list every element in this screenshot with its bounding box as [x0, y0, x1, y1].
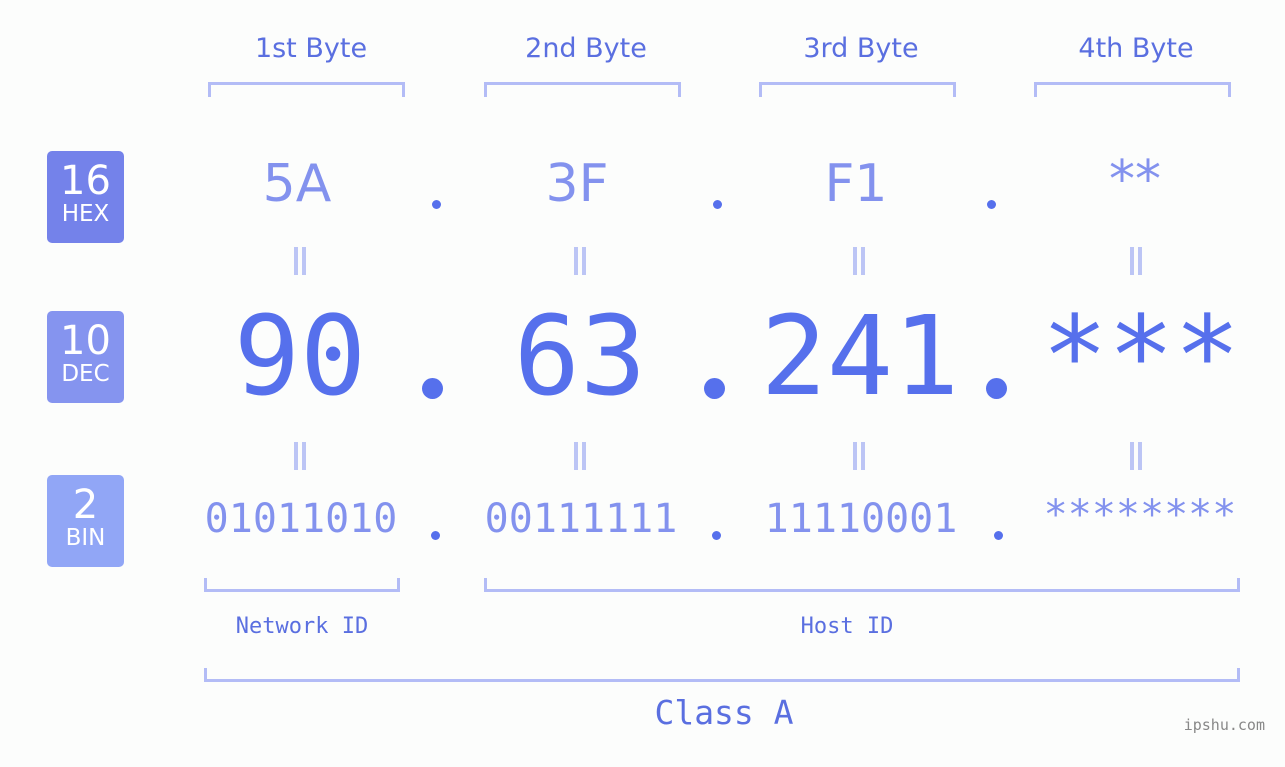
- equals-icon: [851, 247, 867, 275]
- dec-separator-dot: [986, 378, 1007, 399]
- bin-badge-number: 2: [72, 482, 99, 528]
- byte-bracket-2: [484, 82, 681, 97]
- bin-separator-dot: [431, 531, 440, 540]
- hex-separator-dot: [432, 200, 441, 209]
- byte-bracket-1: [208, 82, 405, 97]
- class-label: Class A: [654, 693, 794, 732]
- hex-badge-number: 16: [60, 158, 111, 204]
- bin-byte-1: 01011010: [204, 496, 398, 542]
- bin-byte-4: ********: [1043, 492, 1237, 538]
- bin-separator-dot: [994, 531, 1003, 540]
- equals-icon: [572, 247, 588, 275]
- dec-badge-unit: DEC: [61, 361, 110, 387]
- dec-badge-number: 10: [60, 318, 111, 364]
- dec-badge: 10 DEC: [47, 311, 124, 403]
- dec-byte-1: 90: [233, 292, 367, 420]
- class-bracket: [204, 668, 1240, 682]
- byte-header-3: 3rd Byte: [803, 33, 919, 64]
- equals-icon: [1128, 247, 1144, 275]
- watermark: ipshu.com: [1183, 716, 1265, 734]
- hex-byte-4: **: [1109, 150, 1161, 210]
- host-id-bracket: [484, 578, 1240, 592]
- byte-header-2: 2nd Byte: [525, 33, 647, 64]
- dec-separator-dot: [422, 378, 443, 399]
- bin-badge: 2 BIN: [47, 475, 124, 567]
- hex-byte-2: 3F: [545, 154, 609, 214]
- equals-icon: [572, 442, 588, 470]
- hex-separator-dot: [987, 200, 996, 209]
- bin-byte-3: 11110001: [764, 496, 958, 542]
- hex-byte-1: 5A: [262, 154, 332, 214]
- bin-badge-unit: BIN: [65, 525, 106, 551]
- byte-bracket-3: [759, 82, 956, 97]
- byte-bracket-4: [1034, 82, 1231, 97]
- byte-header-4: 4th Byte: [1078, 33, 1194, 64]
- host-id-label: Host ID: [800, 614, 894, 639]
- dec-byte-2: 63: [513, 292, 647, 420]
- dec-byte-3: 241: [760, 292, 960, 420]
- bin-separator-dot: [712, 531, 721, 540]
- hex-badge-unit: HEX: [61, 201, 110, 227]
- equals-icon: [851, 442, 867, 470]
- dec-byte-4: ***: [1041, 292, 1241, 420]
- equals-icon: [1128, 442, 1144, 470]
- bin-byte-2: 00111111: [484, 496, 678, 542]
- network-id-label: Network ID: [235, 614, 369, 639]
- dec-separator-dot: [704, 378, 725, 399]
- hex-separator-dot: [713, 200, 722, 209]
- equals-icon: [292, 442, 308, 470]
- byte-header-1: 1st Byte: [254, 33, 368, 64]
- hex-badge: 16 HEX: [47, 151, 124, 243]
- hex-byte-3: F1: [824, 154, 888, 214]
- network-id-bracket: [204, 578, 400, 592]
- equals-icon: [292, 247, 308, 275]
